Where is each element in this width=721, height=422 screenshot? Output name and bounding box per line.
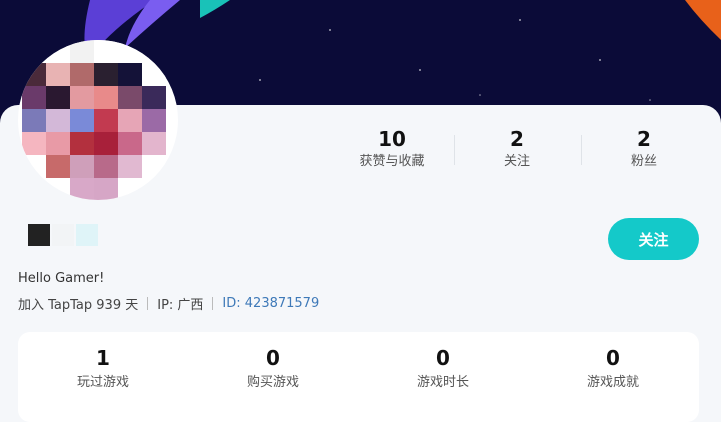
stat-value: 10 xyxy=(378,127,406,151)
stat-label: 关注 xyxy=(503,154,530,169)
stat-label: 玩过游戏 xyxy=(76,375,129,390)
stat-games-purchased[interactable]: 0 购买游戏 xyxy=(188,346,358,392)
stat-label: 获赞与收藏 xyxy=(359,154,425,169)
banner-swoosh-orange xyxy=(685,0,721,40)
joined-text: 加入 TapTap 939 天 xyxy=(18,298,139,313)
stat-value: 2 xyxy=(510,127,524,151)
stat-value: 1 xyxy=(96,346,110,370)
stat-label: 游戏时长 xyxy=(416,375,469,390)
user-id[interactable]: ID: 423871579 xyxy=(222,296,319,311)
game-stats-card: 1 玩过游戏 0 购买游戏 0 游戏时长 0 游戏成就 xyxy=(18,332,699,422)
stat-play-time[interactable]: 0 游戏时长 xyxy=(358,346,528,392)
stat-divider xyxy=(581,135,582,165)
avatar-image xyxy=(22,40,166,200)
stat-achievements[interactable]: 0 游戏成就 xyxy=(528,346,698,392)
stat-value: 0 xyxy=(436,346,450,370)
banner-swoosh-teal xyxy=(200,0,230,18)
meta-divider xyxy=(212,297,214,310)
stat-value: 0 xyxy=(606,346,620,370)
stat-label: 购买游戏 xyxy=(246,375,299,390)
stat-divider xyxy=(454,135,455,165)
stat-value: 0 xyxy=(266,346,280,370)
username-block xyxy=(52,224,74,246)
follow-button[interactable]: 关注 xyxy=(608,218,699,260)
stat-likes[interactable]: 10 获赞与收藏 xyxy=(327,127,457,171)
stat-followers[interactable]: 2 粉丝 xyxy=(579,127,709,171)
username-block xyxy=(76,224,98,246)
profile-meta: 加入 TapTap 939 天 IP: 广西 ID: 423871579 xyxy=(18,294,319,313)
stat-games-played[interactable]: 1 玩过游戏 xyxy=(18,346,188,392)
ip-location: IP: 广西 xyxy=(157,298,204,313)
stat-value: 2 xyxy=(637,127,651,151)
username-block xyxy=(28,224,50,246)
stat-following[interactable]: 2 关注 xyxy=(452,127,582,171)
stat-label: 粉丝 xyxy=(630,154,657,169)
banner-stars xyxy=(259,19,651,101)
stat-label: 游戏成就 xyxy=(586,375,639,390)
profile-stats: 10 获赞与收藏 2 关注 2 粉丝 xyxy=(327,127,717,173)
bio-text: Hello Gamer! xyxy=(18,271,105,286)
meta-divider xyxy=(147,297,149,310)
avatar[interactable] xyxy=(18,40,178,200)
